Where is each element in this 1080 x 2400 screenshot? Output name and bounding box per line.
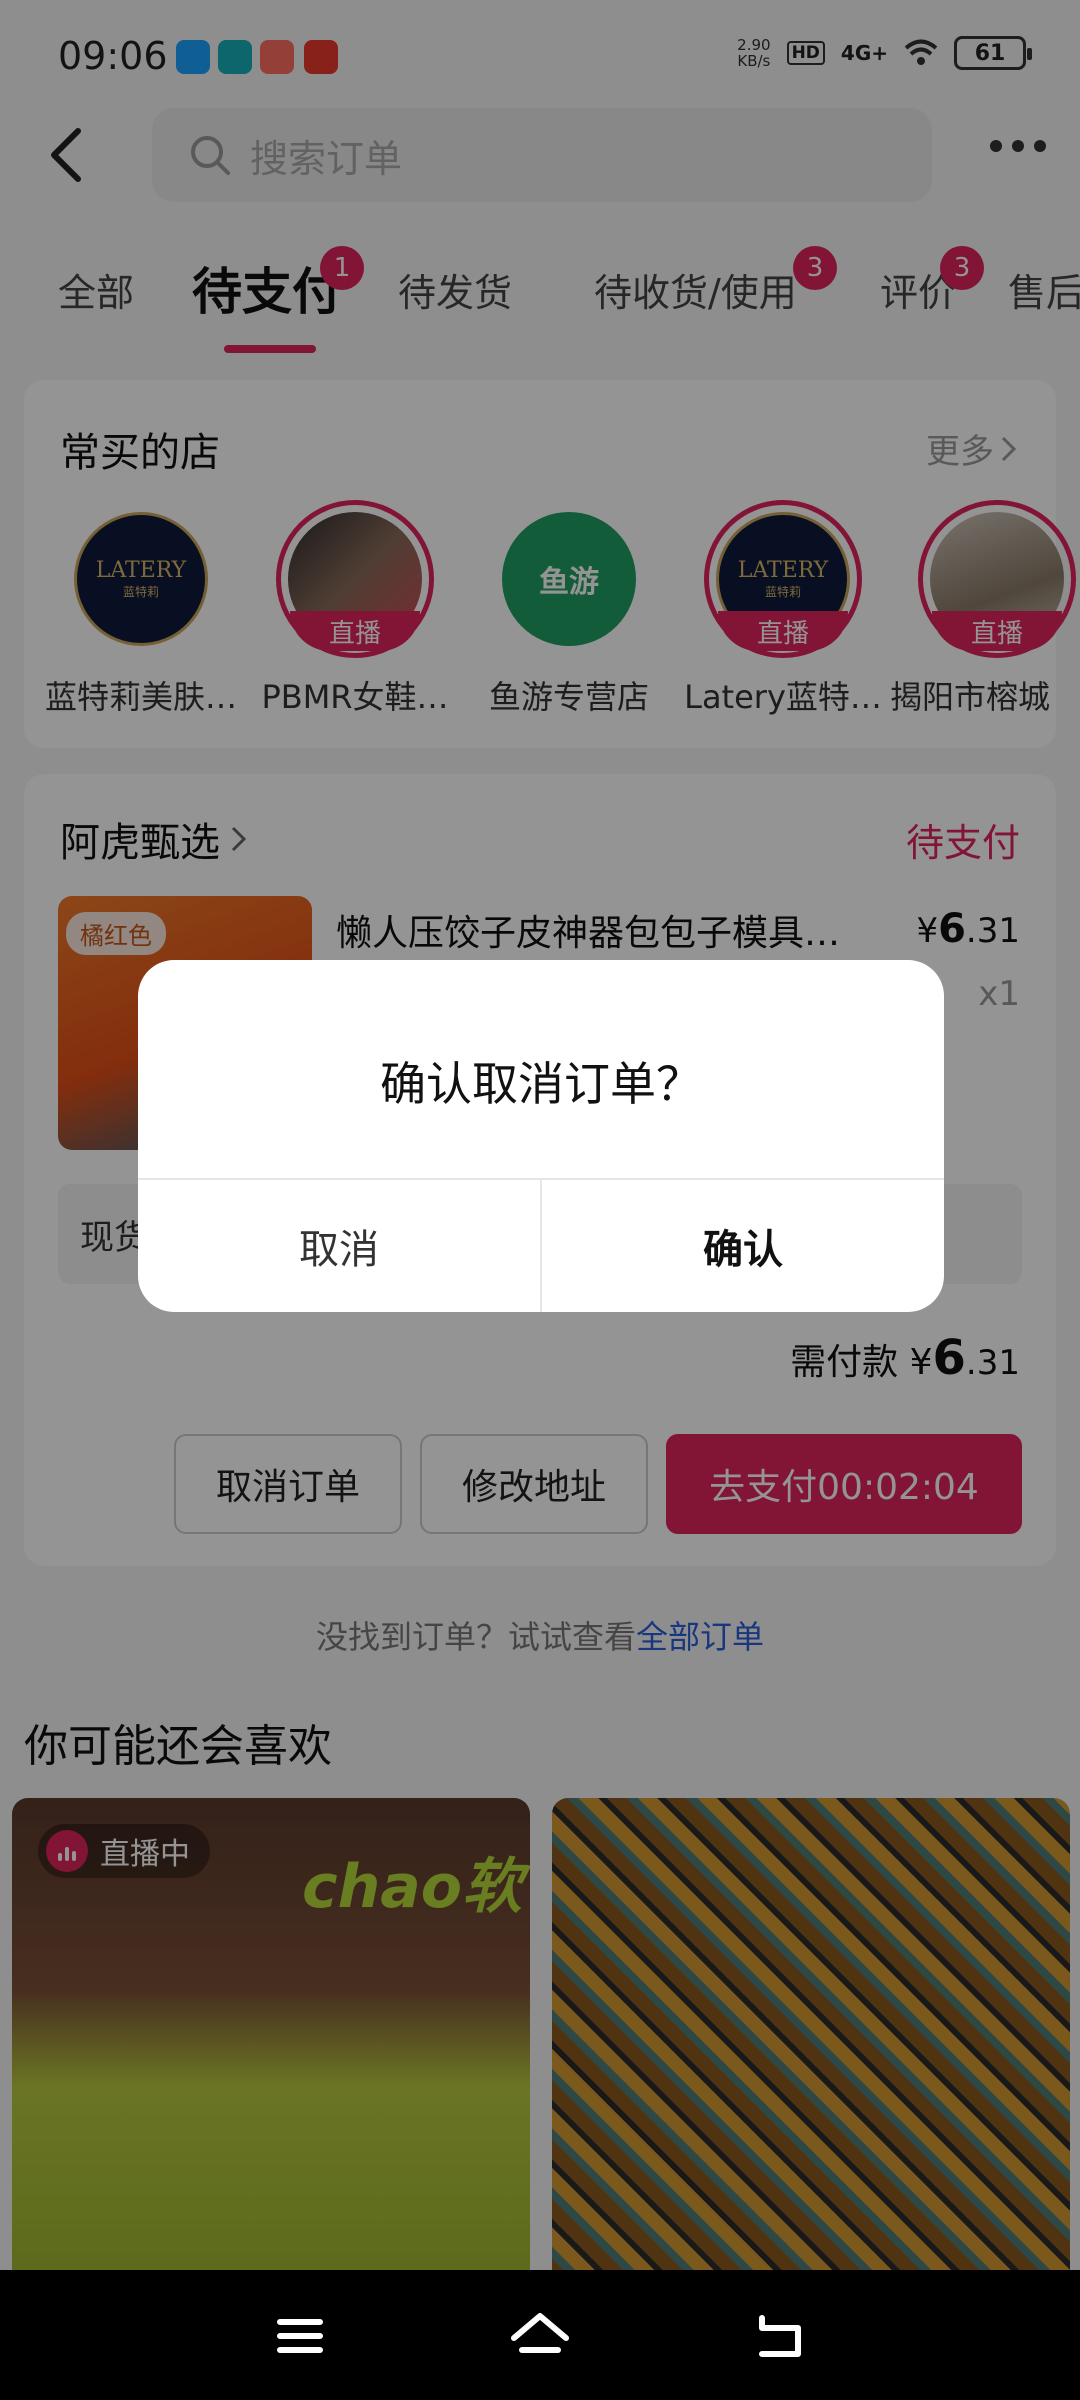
order-list-screen: 09:06 2.90 KB/s HD 4G+ 61 搜索订单 全部 待支付 1 … xyxy=(0,0,1080,2400)
home-icon[interactable] xyxy=(508,2304,572,2368)
dialog-cancel-button[interactable]: 取消 xyxy=(138,1180,540,1312)
back-icon[interactable] xyxy=(748,2304,812,2368)
confirm-cancel-dialog: 确认取消订单？ 取消 确认 xyxy=(138,960,944,1312)
menu-icon[interactable] xyxy=(268,2304,332,2368)
dialog-message: 确认取消订单？ xyxy=(380,1057,702,1111)
system-nav-bar xyxy=(0,2270,1080,2400)
dialog-confirm-button[interactable]: 确认 xyxy=(542,1180,944,1312)
